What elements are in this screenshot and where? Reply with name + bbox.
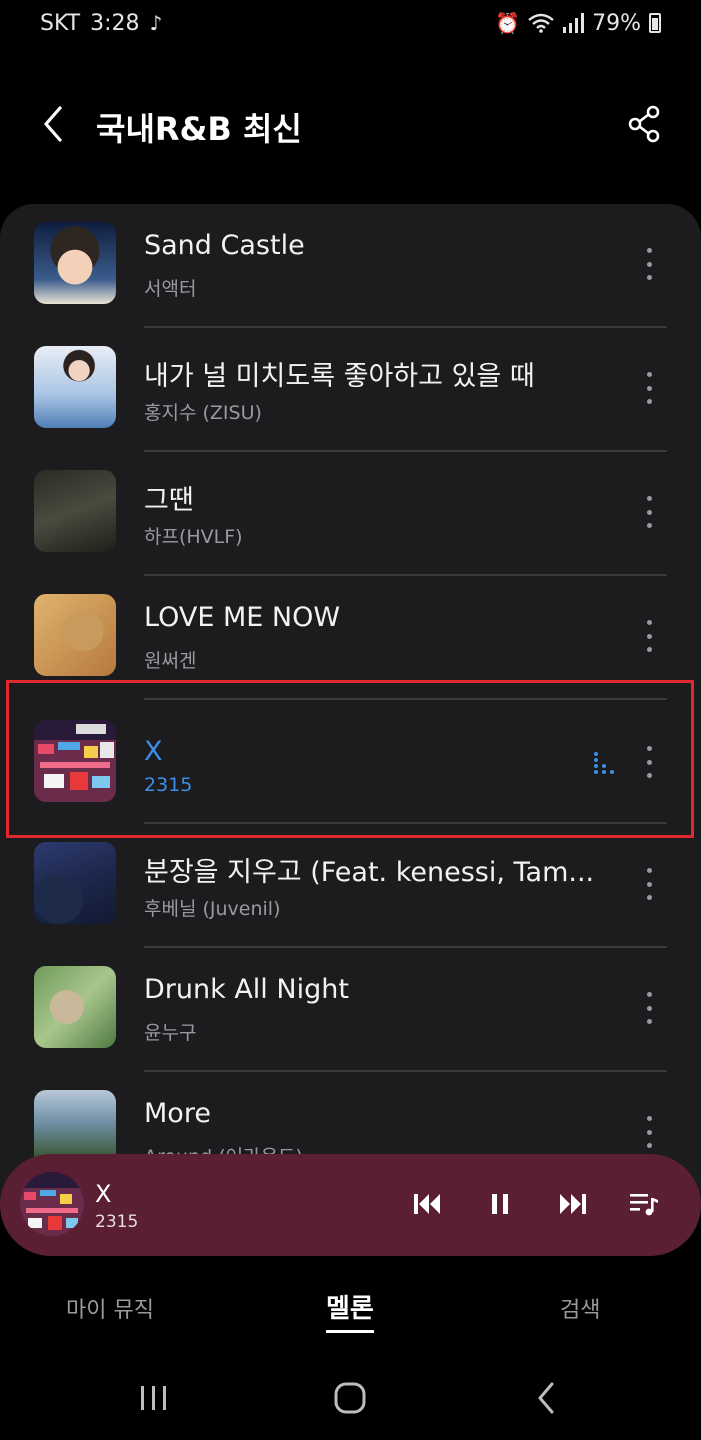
share-button[interactable] [625,104,665,144]
track-row[interactable]: LOVE ME NOW 원써겐 [0,576,701,700]
next-button[interactable] [554,1186,590,1222]
wifi-icon [528,13,554,33]
equalizer-icon [594,752,614,774]
music-note-icon: ♪ [149,11,163,35]
track-row[interactable]: 그땐 하프(HVLF) [0,452,701,576]
status-right: ⏰ 79% [495,11,661,36]
track-title: LOVE ME NOW [144,602,341,633]
track-title: Sand Castle [144,230,305,261]
track-list[interactable]: Sand Castle 서액터 내가 널 미치도록 좋아하고 있을 때 홍지수 … [0,204,701,1204]
track-artist: 윤누구 [144,1022,197,1044]
recent-apps-icon [141,1386,166,1410]
track-title: Drunk All Night [144,974,349,1005]
divider [144,698,667,700]
track-row[interactable]: 내가 널 미치도록 좋아하고 있을 때 홍지수 (ZISU) [0,328,701,452]
previous-button[interactable] [410,1186,446,1222]
track-artist: 하프(HVLF) [144,526,243,548]
track-artist: 원써겐 [144,650,197,672]
playlist-button[interactable] [626,1186,662,1222]
system-nav-bar [0,1356,701,1440]
track-title: More [144,1098,211,1129]
system-back-button[interactable] [524,1380,568,1416]
track-artist: 서액터 [144,278,197,300]
more-options-button[interactable] [643,992,655,1024]
chevron-left-icon [44,106,62,142]
more-options-button[interactable] [643,1116,655,1148]
track-row-now-playing[interactable]: X 2315 [0,698,701,824]
recent-apps-button[interactable] [132,1380,176,1416]
app-header: 국내R&B 최신 [0,88,701,160]
mini-player-title: X [95,1180,112,1208]
more-options-button[interactable] [643,372,655,404]
page-title: 국내R&B 최신 [96,110,302,148]
track-title: X [144,736,163,767]
album-art [34,842,116,924]
more-options-button[interactable] [643,248,655,280]
album-art [34,966,116,1048]
back-button[interactable] [34,102,74,146]
track-title: 분장을 지우고 (Feat. kenessi, Tam... [144,857,595,888]
tab-melon[interactable]: 멜론 [326,1288,374,1333]
chevron-left-icon [538,1382,554,1414]
tab-search[interactable]: 검색 [560,1292,600,1324]
skip-previous-icon [414,1194,440,1214]
more-options-button[interactable] [643,746,655,778]
mini-player[interactable]: X 2315 [0,1154,701,1256]
home-icon [334,1382,366,1414]
more-options-button[interactable] [643,496,655,528]
status-bar: SKT 3:28 ♪ ⏰ 79% [0,0,701,46]
track-artist: 홍지수 (ZISU) [144,402,262,424]
status-left: SKT 3:28 ♪ [40,11,162,36]
more-options-button[interactable] [643,868,655,900]
album-art [34,222,116,304]
carrier-label: SKT [40,10,81,36]
home-button[interactable] [328,1380,372,1416]
more-options-button[interactable] [643,620,655,652]
pause-button[interactable] [482,1186,518,1222]
album-art [34,594,116,676]
clock: 3:28 [90,10,140,36]
album-art [34,346,116,428]
battery-percent: 79% [592,10,641,36]
queue-music-icon [630,1194,658,1216]
signal-icon [563,13,585,33]
track-row[interactable]: Drunk All Night 윤누구 [0,948,701,1072]
track-artist: 2315 [144,774,193,796]
mini-album-art [20,1172,84,1236]
track-title: 내가 널 미치도록 좋아하고 있을 때 [144,361,535,392]
alarm-icon: ⏰ [495,11,521,35]
track-artist: 후베닐 (Juvenil) [144,898,281,920]
track-row[interactable]: Sand Castle 서액터 [0,204,701,328]
tab-my-music[interactable]: 마이 뮤직 [66,1292,154,1324]
battery-icon [649,13,661,33]
share-icon [628,105,660,143]
track-title: 그땐 [144,485,194,516]
pause-icon [492,1194,508,1214]
skip-next-icon [560,1194,586,1214]
bottom-tabs: 마이 뮤직 멜론 검색 [0,1266,701,1346]
track-row[interactable]: 분장을 지우고 (Feat. kenessi, Tam... 후베닐 (Juve… [0,824,701,948]
mini-player-artist: 2315 [95,1212,139,1232]
album-art [34,720,116,802]
album-art [34,470,116,552]
